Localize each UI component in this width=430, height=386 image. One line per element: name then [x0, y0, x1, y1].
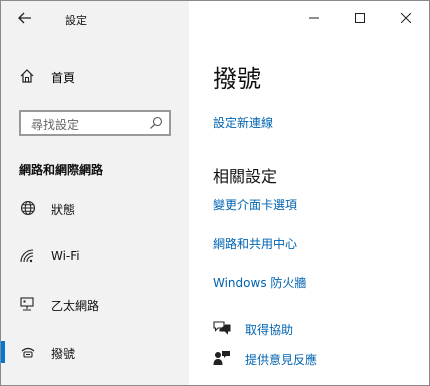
- sidebar-item-wifi[interactable]: Wi-Fi: [1, 241, 189, 271]
- sidebar-item-home[interactable]: 首頁: [1, 61, 189, 91]
- maximize-icon: [355, 13, 365, 23]
- sidebar-item-label: Wi-Fi: [51, 249, 80, 263]
- titlebar-left: 設定: [1, 1, 189, 37]
- page-title: 撥號: [213, 65, 261, 93]
- get-help-label: 取得協助: [245, 323, 294, 337]
- minimize-button[interactable]: [299, 7, 329, 29]
- maximize-button[interactable]: [345, 7, 375, 29]
- content-pane: 撥號 設定新連線 相關設定 變更介面卡選項 網路和共用中心 Windows 防火…: [189, 1, 429, 385]
- settings-window: 設定 首頁 尋找設定 網路和網際網路 狀態 Wi-Fi 乙太網路 撥號 撥號 設…: [0, 0, 430, 386]
- app-title: 設定: [65, 14, 87, 27]
- windows-firewall-link[interactable]: Windows 防火牆: [213, 274, 306, 291]
- globe-icon: [20, 200, 36, 216]
- chat-help-icon: [213, 321, 231, 335]
- ethernet-icon: [20, 297, 34, 311]
- sidebar: 設定 首頁 尋找設定 網路和網際網路 狀態 Wi-Fi 乙太網路 撥號: [1, 1, 189, 385]
- sidebar-section-title: 網路和網際網路: [19, 163, 104, 177]
- change-adapter-options-link[interactable]: 變更介面卡選項: [213, 196, 297, 213]
- wifi-icon: [20, 249, 34, 263]
- setup-new-connection-link[interactable]: 設定新連線: [213, 114, 273, 131]
- sidebar-item-label: 狀態: [51, 203, 76, 217]
- close-button[interactable]: [391, 7, 421, 29]
- back-button[interactable]: [13, 7, 37, 29]
- selected-indicator: [1, 341, 5, 363]
- minimize-icon: [309, 17, 319, 19]
- sidebar-item-status[interactable]: 狀態: [1, 193, 189, 223]
- sidebar-item-label: 乙太網路: [51, 299, 100, 313]
- sidebar-item-label: 首頁: [51, 71, 76, 85]
- network-sharing-center-link[interactable]: 網路和共用中心: [213, 235, 297, 252]
- search-placeholder: 尋找設定: [31, 118, 80, 132]
- search-icon[interactable]: [149, 116, 163, 130]
- close-icon: [401, 13, 411, 23]
- sidebar-item-ethernet[interactable]: 乙太網路: [1, 289, 189, 319]
- related-settings-heading: 相關設定: [213, 167, 278, 186]
- sidebar-item-dialup[interactable]: 撥號: [1, 337, 189, 367]
- get-help-link[interactable]: 取得協助: [213, 318, 413, 340]
- feedback-icon: [213, 351, 230, 365]
- arrow-left-icon: [18, 12, 31, 24]
- dialup-icon: [21, 347, 35, 358]
- search-input[interactable]: 尋找設定: [19, 110, 171, 136]
- home-icon: [20, 69, 34, 83]
- feedback-label: 提供意見反應: [245, 353, 318, 367]
- sidebar-item-label: 撥號: [51, 347, 76, 361]
- feedback-link[interactable]: 提供意見反應: [213, 348, 413, 370]
